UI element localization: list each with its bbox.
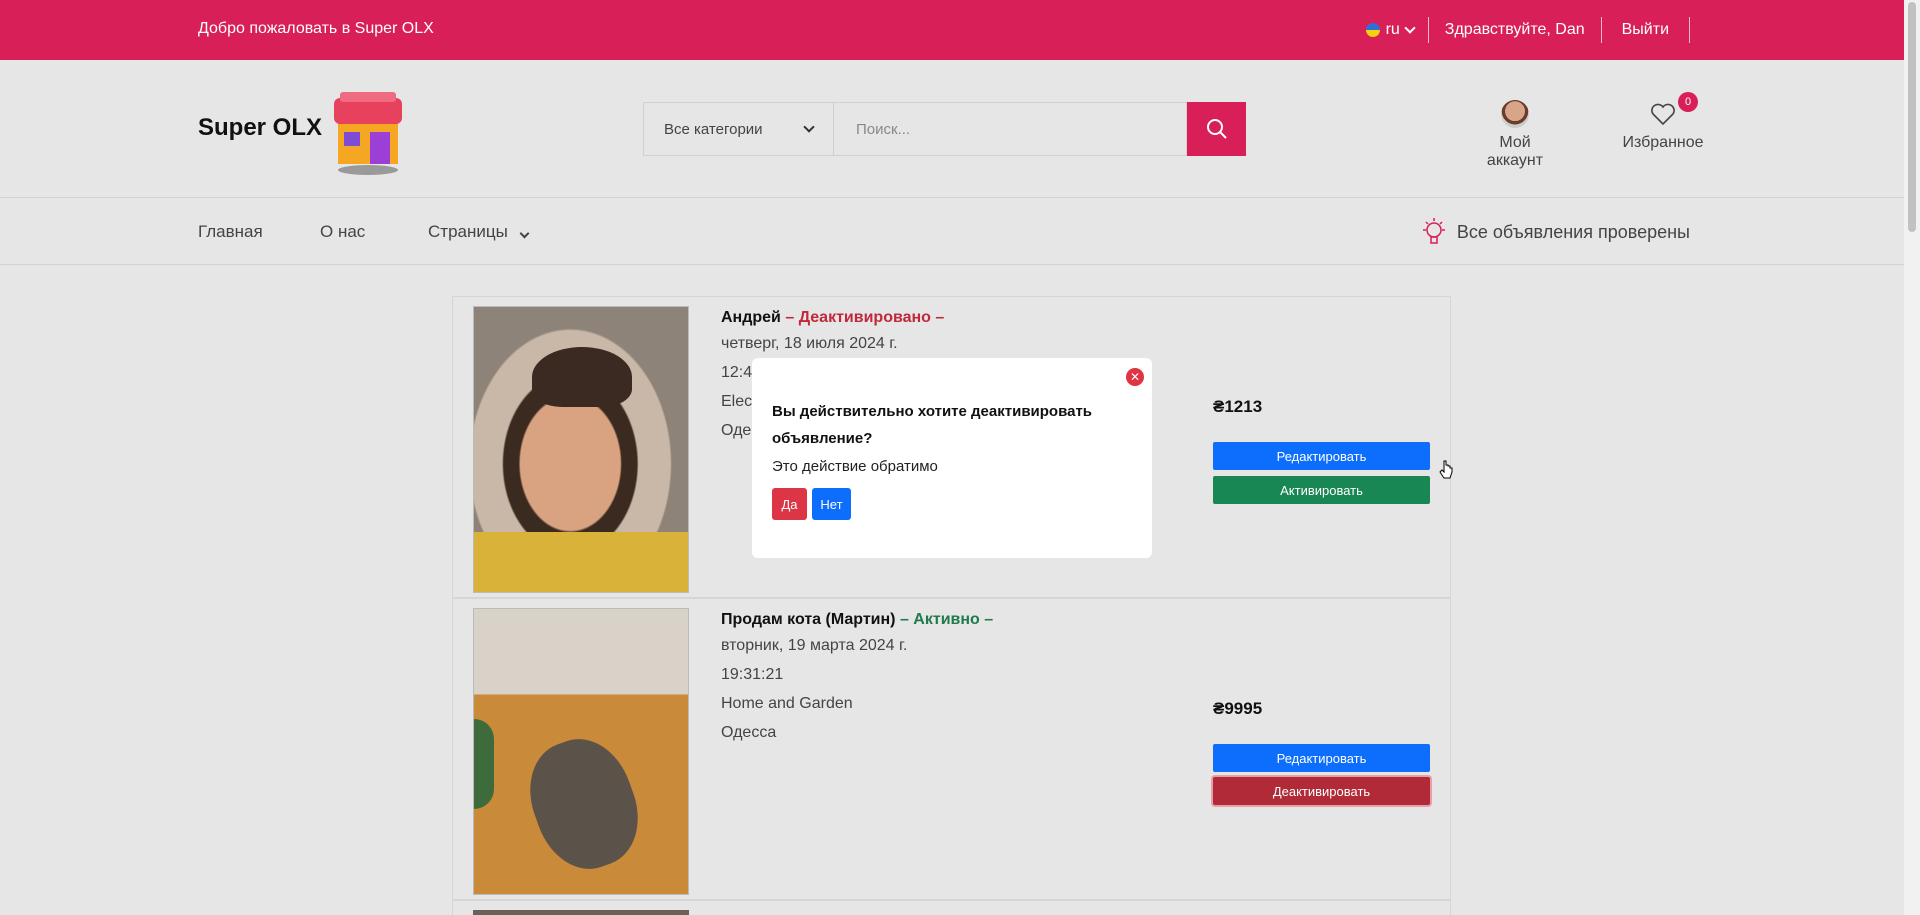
listing-card [452,900,1451,915]
category-select[interactable]: Все категории [643,102,834,156]
confirm-note: Это действие обратимо [772,458,938,475]
main-nav: Главная О нас Страницы Все объявления пр… [0,198,1904,265]
listing-date: четверг, 18 июля 2024 г. [721,335,898,352]
activate-button[interactable]: Активировать [1213,476,1430,504]
nav-about[interactable]: О нас [320,222,365,242]
chevron-down-icon [803,121,815,133]
listing-title-line: Андрей – Деактивировано – [721,309,944,327]
listing-photo[interactable] [473,910,689,915]
header: Super OLX Все категории Поиск... Мой акк… [0,60,1904,198]
my-account-label: Мой аккаунт [1486,134,1544,169]
favorites-link[interactable]: 0 Избранное [1620,92,1706,152]
top-bar: Добро пожаловать в Super OLX ru Здравств… [0,0,1904,60]
listing-time: 19:31:21 [721,666,784,683]
confirm-no-button[interactable]: Нет [812,488,851,520]
listing-title[interactable]: Продам кота (Мартин) [721,611,896,628]
language-selector[interactable]: ru [1365,17,1429,43]
listing-photo[interactable] [473,608,689,895]
ukraine-flag-icon [1365,23,1380,37]
listing-info: Продам кота (Мартин) – Активно – вторник… [721,611,993,753]
search-icon [1206,119,1227,139]
category-select-value: Все категории [664,120,763,138]
greeting-link[interactable]: Здравствуйте, Dan [1429,17,1602,43]
listing-status: – Активно – [899,611,994,628]
listing-title[interactable]: Андрей [721,309,781,326]
lightbulb-icon [1422,218,1445,244]
nav-pages[interactable]: Страницы [428,222,529,242]
site-logo-text[interactable]: Super OLX [198,114,322,142]
chevron-down-icon [1404,22,1416,34]
verified-text: Все объявления проверены [1456,221,1690,242]
confirm-question: Вы действительно хотите деактивировать о… [772,403,1093,447]
page-scrollbar[interactable] [1904,0,1920,915]
logout-link[interactable]: Выйти [1602,17,1690,43]
confirm-dialog: ✕ Вы действительно хотите деактивировать… [752,358,1152,558]
edit-button[interactable]: Редактировать [1213,744,1430,772]
top-bar-right: ru Здравствуйте, Dan Выйти [1365,0,1690,60]
listing-price: ₴9995 [1213,699,1263,718]
nav-home[interactable]: Главная [198,222,263,242]
listing-date: вторник, 19 марта 2024 г. [721,637,908,654]
heart-icon [1651,103,1675,126]
listing-price: ₴1213 [1213,397,1263,416]
language-label: ru [1385,21,1400,38]
deactivate-button[interactable]: Деактивировать [1213,777,1430,805]
edit-button[interactable]: Редактировать [1213,442,1430,470]
nav-pages-label: Страницы [428,222,508,241]
listing-photo[interactable] [473,306,689,593]
my-account-link[interactable]: Мой аккаунт [1470,100,1560,170]
listing-city: Одесса [721,724,777,741]
listing-title-line: Продам кота (Мартин) – Активно – [721,611,993,629]
close-icon[interactable]: ✕ [1126,368,1144,386]
chevron-down-icon [519,228,529,239]
favorites-count-badge: 0 [1678,92,1698,112]
avatar [1501,100,1529,128]
listing-category: Home and Garden [721,695,853,712]
shop-logo-icon[interactable] [330,92,406,176]
search-button[interactable] [1187,102,1246,156]
confirm-yes-button[interactable]: Да [772,488,807,520]
favorites-label: Избранное [1622,134,1704,151]
welcome-text: Добро пожаловать в Super OLX [198,20,434,37]
verified-notice: Все объявления проверены [1419,216,1690,248]
hand-cursor-icon [1439,460,1453,479]
search-input[interactable]: Поиск... [834,102,1187,156]
scrollbar-thumb[interactable] [1908,2,1916,232]
listing-card: Продам кота (Мартин) – Активно – вторник… [452,598,1451,900]
listing-status: – Деактивировано – [785,309,945,326]
search-bar: Все категории Поиск... [643,102,1246,156]
